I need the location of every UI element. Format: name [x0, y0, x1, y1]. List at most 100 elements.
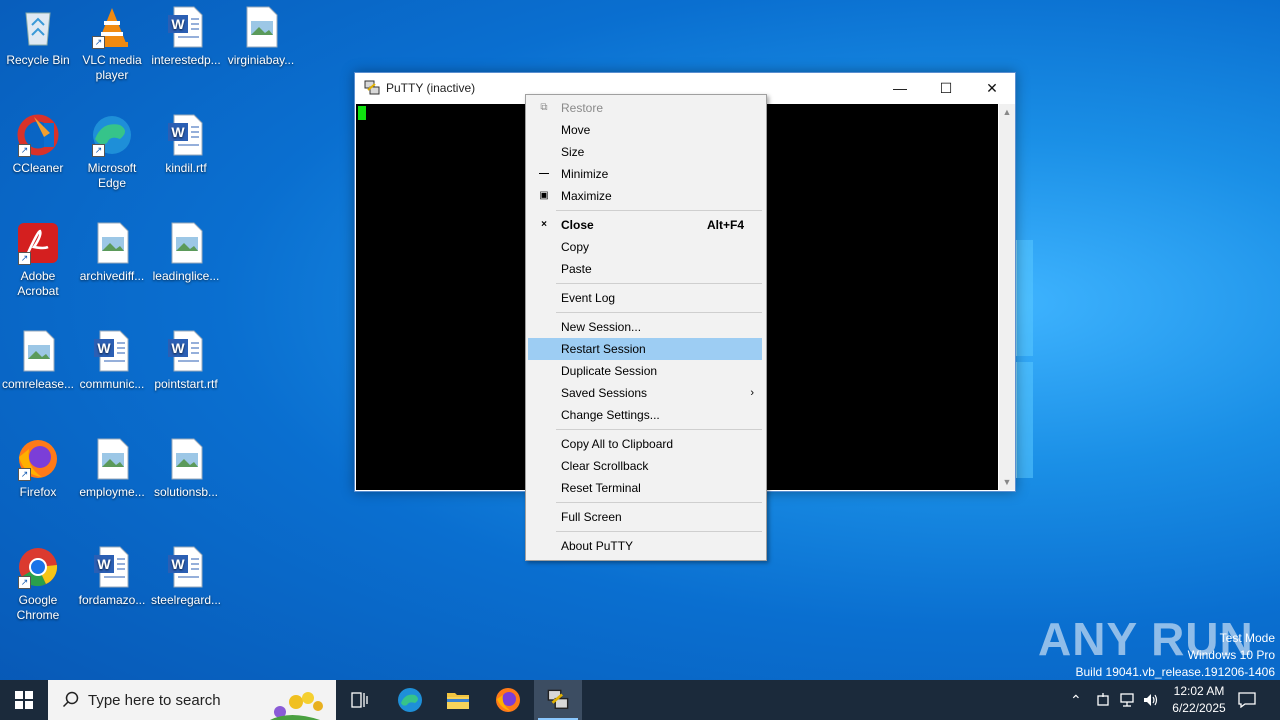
- desktop-icon[interactable]: Wkindil.rtf: [148, 113, 224, 176]
- taskbar-search-box[interactable]: Type here to search: [48, 680, 336, 720]
- close-icon: ✕: [986, 79, 998, 96]
- taskbar-clock[interactable]: 12:02 AM 6/22/2025: [1160, 683, 1238, 717]
- close-button[interactable]: ✕: [969, 73, 1015, 103]
- chevron-up-icon: ⌃: [1070, 691, 1082, 708]
- desktop-icon[interactable]: Wcommunic...: [74, 329, 150, 392]
- menu-item-new-session[interactable]: New Session...: [528, 316, 762, 338]
- menu-item-restore[interactable]: ⧉ Restore: [528, 97, 762, 119]
- menu-label: Duplicate Session: [561, 364, 658, 378]
- desktop-icon[interactable]: solutionsb...: [148, 437, 224, 500]
- desktop-icon[interactable]: ↗ Microsoft Edge: [74, 113, 150, 191]
- menu-item-copy-all[interactable]: Copy All to Clipboard: [528, 433, 762, 455]
- desktop-icon-label: Firefox: [19, 485, 57, 499]
- desktop-icon[interactable]: ↗ Firefox: [0, 437, 76, 500]
- desktop-icon-label: Recycle Bin: [6, 53, 70, 67]
- desktop-icon-label: pointstart.rtf: [154, 377, 218, 391]
- desktop-icon-label: Microsoft Edge: [87, 161, 137, 190]
- taskbar: Type here to search ⌃ 12:02 AM 6/22/2025: [0, 680, 1280, 720]
- chrome-icon: ↗: [16, 545, 60, 589]
- desktop-icon[interactable]: Wsteelregard...: [148, 545, 224, 608]
- shortcut-arrow-icon: ↗: [92, 36, 105, 49]
- menu-item-clear-scrollback[interactable]: Clear Scrollback: [528, 455, 762, 477]
- volume-icon: [1144, 694, 1158, 706]
- start-button[interactable]: [0, 680, 48, 720]
- maximize-button[interactable]: ☐: [923, 73, 969, 103]
- taskbar-putty[interactable]: [534, 680, 582, 720]
- clock-time: 12:02 AM: [1173, 684, 1225, 698]
- menu-label: Maximize: [561, 189, 612, 203]
- minimize-button[interactable]: —: [877, 73, 923, 103]
- desktop-icon[interactable]: archivediff...: [74, 221, 150, 284]
- menu-item-maximize[interactable]: ▣ Maximize: [528, 185, 762, 207]
- menu-item-event-log[interactable]: Event Log: [528, 287, 762, 309]
- desktop-icon[interactable]: Wpointstart.rtf: [148, 329, 224, 392]
- show-hidden-icons[interactable]: ⌃: [1070, 680, 1082, 720]
- desktop-icon[interactable]: ↗ VLC media player: [74, 5, 150, 83]
- menu-item-saved-sessions[interactable]: Saved Sessions ›: [528, 382, 762, 404]
- menu-label: About PuTTY: [561, 539, 634, 553]
- menu-label: Restore: [561, 101, 604, 115]
- putty-title: PuTTY (inactive): [386, 81, 476, 95]
- search-placeholder: Type here to search: [88, 692, 221, 709]
- menu-item-close[interactable]: × Close Alt+F4: [528, 214, 762, 236]
- task-view-button[interactable]: [336, 680, 384, 720]
- menu-separator: [556, 283, 762, 284]
- word-doc-icon: W: [90, 545, 134, 589]
- menu-label: Copy: [561, 240, 590, 254]
- putty-icon: [547, 689, 569, 709]
- menu-label: Minimize: [561, 167, 609, 181]
- scroll-up-icon[interactable]: ▲: [999, 104, 1015, 120]
- menu-item-move[interactable]: Move: [528, 119, 762, 141]
- flowers-decoration-icon: [270, 692, 323, 720]
- menu-item-minimize[interactable]: — Minimize: [528, 163, 762, 185]
- search-icon: [62, 691, 79, 708]
- menu-label: Full Screen: [561, 510, 622, 524]
- watermark-line: Build 19041.vb_release.191206-1406: [1075, 665, 1276, 679]
- desktop-icon[interactable]: Winterestedp...: [148, 5, 224, 68]
- image-file-icon: [16, 329, 60, 373]
- terminal-cursor: [358, 106, 366, 120]
- maximize-icon: ☐: [939, 79, 953, 96]
- scroll-down-icon[interactable]: ▼: [999, 474, 1015, 490]
- action-center-button[interactable]: [1238, 680, 1256, 720]
- tray-network[interactable]: [1119, 680, 1135, 720]
- desktop-icon-label: kindil.rtf: [165, 161, 207, 175]
- desktop-icon[interactable]: ↗ Google Chrome: [0, 545, 76, 623]
- menu-item-size[interactable]: Size: [528, 141, 762, 163]
- menu-item-change-settings[interactable]: Change Settings...: [528, 404, 762, 426]
- desktop-icon-label: comrelease...: [1, 377, 75, 391]
- desktop-icon[interactable]: virginiabay...: [223, 5, 299, 68]
- desktop-icon[interactable]: ↗ Adobe Acrobat: [0, 221, 76, 299]
- menu-label: Event Log: [561, 291, 616, 305]
- menu-item-paste[interactable]: Paste: [528, 258, 762, 280]
- menu-item-full-screen[interactable]: Full Screen: [528, 506, 762, 528]
- putty-icon: [364, 80, 380, 95]
- os-watermark: Test Mode Windows 10 Pro Build 19041.vb_…: [1076, 630, 1276, 681]
- close-icon: ×: [541, 219, 547, 230]
- desktop-icon[interactable]: ↗ CCleaner: [0, 113, 76, 176]
- restore-icon: ⧉: [540, 102, 548, 113]
- taskbar-file-explorer[interactable]: [434, 680, 482, 720]
- desktop-icon[interactable]: employme...: [74, 437, 150, 500]
- word-doc-icon: W: [90, 329, 134, 373]
- taskbar-firefox[interactable]: [484, 680, 532, 720]
- menu-item-copy[interactable]: Copy: [528, 236, 762, 258]
- notification-icon: [1238, 692, 1256, 708]
- vertical-scrollbar[interactable]: ▲ ▼: [999, 104, 1015, 490]
- tray-volume[interactable]: [1143, 680, 1159, 720]
- taskbar-edge[interactable]: [386, 680, 434, 720]
- menu-item-reset-terminal[interactable]: Reset Terminal: [528, 477, 762, 499]
- menu-item-restart-session[interactable]: Restart Session: [528, 338, 762, 360]
- svg-text:W: W: [97, 340, 111, 356]
- tray-device-icon[interactable]: [1096, 680, 1110, 720]
- watermark-line: Windows 10 Pro: [1187, 648, 1275, 662]
- system-menu: ⧉ Restore Move Size — Minimize ▣ Maximiz…: [525, 94, 767, 561]
- menu-item-about[interactable]: About PuTTY: [528, 535, 762, 557]
- desktop-icon[interactable]: leadinglice...: [148, 221, 224, 284]
- desktop-icon-label: Adobe Acrobat: [17, 269, 59, 298]
- svg-text:W: W: [171, 556, 185, 572]
- menu-item-duplicate-session[interactable]: Duplicate Session: [528, 360, 762, 382]
- desktop-icon[interactable]: Recycle Bin: [0, 5, 76, 68]
- desktop-icon[interactable]: comrelease...: [0, 329, 76, 392]
- desktop-icon[interactable]: Wfordamazo...: [74, 545, 150, 608]
